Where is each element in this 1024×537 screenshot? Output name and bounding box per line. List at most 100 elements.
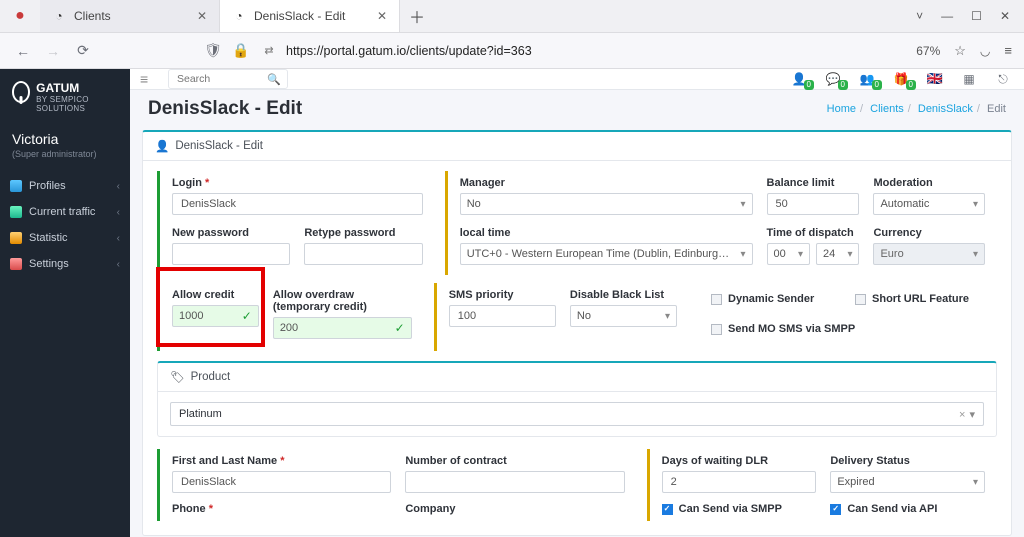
settings-icon bbox=[10, 258, 22, 270]
zoom-level[interactable]: 67% bbox=[916, 44, 940, 58]
allow-credit-label: Allow credit bbox=[172, 289, 259, 301]
notification-people-icon[interactable]: 👥0 bbox=[856, 71, 878, 87]
dynamic-sender-checkbox[interactable]: Dynamic Sender bbox=[711, 289, 841, 309]
search-field[interactable] bbox=[175, 72, 267, 86]
moderation-select[interactable]: Automatic bbox=[873, 193, 985, 215]
manager-label: Manager bbox=[460, 177, 753, 189]
reload-button[interactable]: ⟳ bbox=[72, 40, 94, 62]
sidebar-item-label: Statistic bbox=[29, 232, 68, 244]
product-section-title: Product bbox=[191, 371, 231, 383]
new-password-input[interactable] bbox=[172, 243, 290, 265]
notification-heart-icon[interactable]: 💬0 bbox=[822, 71, 844, 87]
lock-icon[interactable]: 🔒 bbox=[230, 40, 252, 62]
product-select[interactable]: Platinum ×▾ bbox=[170, 402, 984, 426]
brand: GATUM BY SEMPICO SOLUTIONS bbox=[0, 81, 130, 123]
dispatch-from-select[interactable]: 00 bbox=[767, 243, 810, 265]
chevron-left-icon: ‹ bbox=[117, 259, 120, 270]
balance-input[interactable] bbox=[767, 193, 860, 215]
search-icon[interactable]: 🔍 bbox=[267, 73, 281, 86]
main-content: ≡ 🔍 👤0 💬0 👥0 🎁0 🇬🇧 ▦ ⎋ DenisSlack - Edit… bbox=[130, 69, 1024, 537]
browser-tab-clients[interactable]: ◔ Clients ✕ bbox=[40, 0, 220, 32]
can-send-api-checkbox[interactable]: Can Send via API bbox=[830, 503, 985, 515]
allow-overdraw-input[interactable]: 200 ✓ bbox=[273, 317, 412, 339]
notification-user-icon[interactable]: 👤0 bbox=[788, 71, 810, 87]
can-send-smpp-checkbox[interactable]: Can Send via SMPP bbox=[662, 503, 817, 515]
chevron-down-icon[interactable]: ▾ bbox=[969, 409, 975, 421]
sidebar-item-traffic[interactable]: Current traffic ‹ bbox=[0, 199, 130, 225]
brand-name: GATUM bbox=[36, 81, 118, 95]
tab-label: Clients bbox=[74, 9, 111, 23]
notification-gift-icon[interactable]: 🎁0 bbox=[890, 71, 912, 87]
menu-icon[interactable]: ≡ bbox=[1004, 43, 1012, 58]
disable-blacklist-label: Disable Black List bbox=[570, 289, 677, 301]
chevron-left-icon: ‹ bbox=[117, 207, 120, 218]
firefox-icon: ● bbox=[15, 7, 25, 25]
sidebar-item-settings[interactable]: Settings ‹ bbox=[0, 251, 130, 277]
allow-credit-field: Allow credit 1000 ✓ bbox=[172, 289, 259, 339]
url-text[interactable]: https://portal.gatum.io/clients/update?i… bbox=[286, 44, 532, 58]
days-label: Days of waiting DLR bbox=[662, 455, 817, 467]
clear-icon[interactable]: × bbox=[959, 409, 965, 421]
settings-block: Manager No Balance limit Moderation Auto… bbox=[445, 171, 997, 275]
delivery-block: Days of waiting DLR Delivery Status Expi… bbox=[647, 449, 997, 521]
chevron-down-icon[interactable]: ˅ bbox=[916, 9, 923, 23]
chevron-left-icon: ‹ bbox=[117, 181, 120, 192]
sidebar: GATUM BY SEMPICO SOLUTIONS Victoria (Sup… bbox=[0, 69, 130, 537]
credit-block: Allow credit 1000 ✓ Allow overdraw (temp… bbox=[157, 283, 424, 351]
retype-password-input[interactable] bbox=[304, 243, 422, 265]
url-bar: ← → ⟳ 🛡 🔒 ⇄ https://portal.gatum.io/clie… bbox=[0, 33, 1024, 69]
contact-block: First and Last Name * Number of contract… bbox=[157, 449, 637, 521]
manager-select[interactable]: No bbox=[460, 193, 753, 215]
bookmark-icon[interactable]: ☆ bbox=[954, 43, 966, 59]
crumb-client[interactable]: DenisSlack bbox=[918, 103, 973, 115]
search-input[interactable]: 🔍 bbox=[168, 69, 288, 89]
forward-button: → bbox=[42, 40, 64, 62]
allow-credit-input[interactable]: 1000 ✓ bbox=[172, 305, 259, 327]
login-input[interactable] bbox=[172, 193, 423, 215]
maximize-icon[interactable]: ☐ bbox=[971, 9, 982, 23]
user-name: Victoria bbox=[12, 131, 118, 147]
currency-select[interactable]: Euro bbox=[873, 243, 985, 265]
flags-block: Dynamic Sender Short URL Feature Send MO… bbox=[699, 283, 997, 351]
favicon-icon: ◔ bbox=[52, 9, 66, 23]
back-button[interactable]: ← bbox=[12, 40, 34, 62]
disable-blacklist-select[interactable]: No bbox=[570, 305, 677, 327]
crumb-home[interactable]: Home bbox=[827, 103, 856, 115]
sms-priority-label: SMS priority bbox=[449, 289, 556, 301]
days-input[interactable] bbox=[662, 471, 817, 493]
short-url-checkbox[interactable]: Short URL Feature bbox=[855, 289, 985, 309]
dispatch-to-select[interactable]: 24 bbox=[816, 243, 859, 265]
delivery-label: Delivery Status bbox=[830, 455, 985, 467]
crumb-last: Edit bbox=[987, 103, 1006, 115]
browser-tab-edit[interactable]: ◔ DenisSlack - Edit ✕ bbox=[220, 0, 400, 32]
flag-icon[interactable]: 🇬🇧 bbox=[924, 71, 946, 87]
minimize-icon[interactable]: — bbox=[941, 9, 953, 23]
traffic-icon bbox=[10, 206, 22, 218]
name-input[interactable] bbox=[172, 471, 391, 493]
send-mo-checkbox[interactable]: Send MO SMS via SMPP bbox=[711, 319, 985, 339]
sidebar-item-statistic[interactable]: Statistic ‹ bbox=[0, 225, 130, 251]
close-icon[interactable]: ✕ bbox=[197, 9, 207, 23]
sidebar-item-profiles[interactable]: Profiles ‹ bbox=[0, 173, 130, 199]
close-window-icon[interactable]: ✕ bbox=[1000, 9, 1010, 23]
close-icon[interactable]: ✕ bbox=[377, 9, 387, 23]
favicon-icon: ◔ bbox=[232, 9, 246, 23]
permissions-icon[interactable]: ⇄ bbox=[258, 40, 280, 62]
profiles-icon bbox=[10, 180, 22, 192]
new-tab-button[interactable]: ＋ bbox=[400, 4, 434, 28]
card-title: DenisSlack - Edit bbox=[175, 140, 263, 152]
pocket-icon[interactable]: ◡ bbox=[980, 44, 990, 58]
grid-icon[interactable]: ▦ bbox=[958, 71, 980, 87]
local-time-select[interactable]: UTC+0 - Western European Time (Dublin, E… bbox=[460, 243, 753, 265]
menu-toggle-icon[interactable]: ≡ bbox=[140, 71, 160, 87]
shield-icon[interactable]: 🛡 bbox=[202, 40, 224, 62]
logout-icon[interactable]: ⎋ bbox=[992, 71, 1014, 87]
checkbox-icon bbox=[711, 324, 722, 335]
delivery-select[interactable]: Expired bbox=[830, 471, 985, 493]
sms-block: SMS priority Disable Black List No bbox=[434, 283, 689, 351]
crumb-clients[interactable]: Clients bbox=[870, 103, 904, 115]
new-password-label: New password bbox=[172, 227, 290, 239]
contract-input[interactable] bbox=[405, 471, 624, 493]
sms-priority-input[interactable] bbox=[449, 305, 556, 327]
page-title: DenisSlack - Edit bbox=[148, 98, 302, 120]
